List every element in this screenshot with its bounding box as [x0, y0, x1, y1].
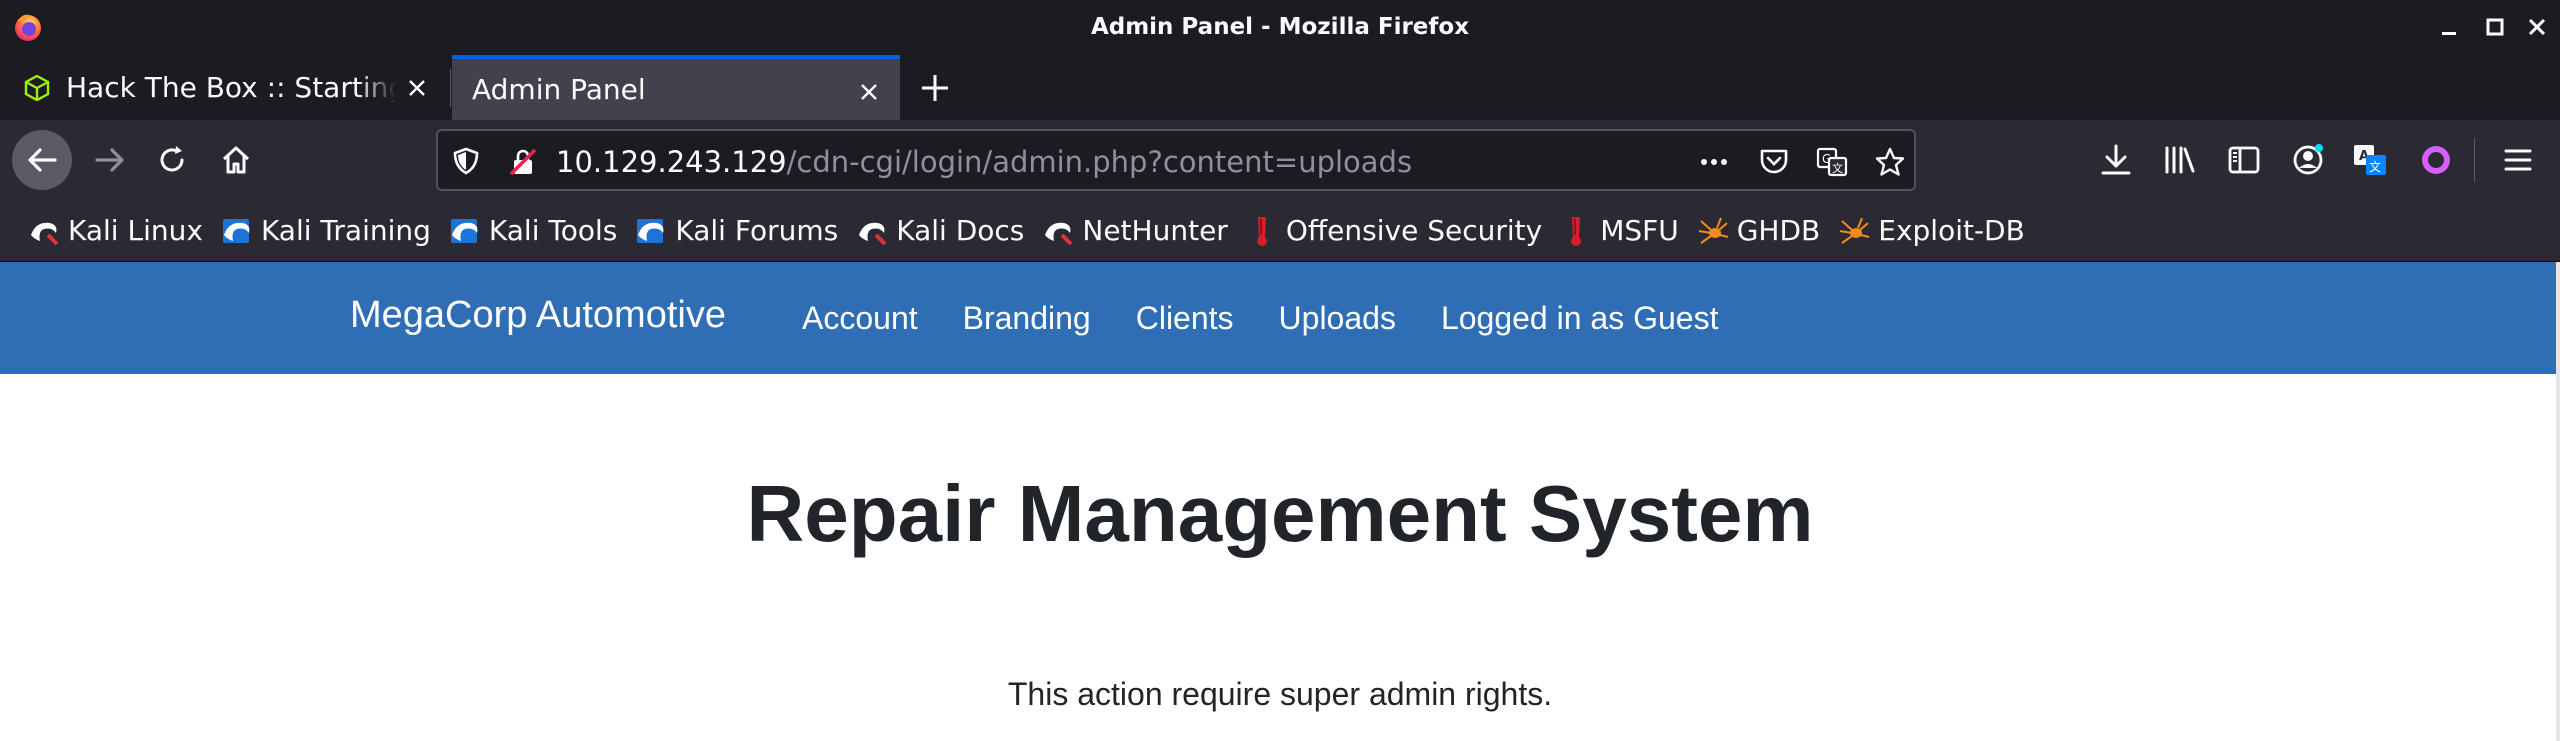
minimize-icon[interactable] — [2436, 14, 2462, 40]
bookmark-ghdb[interactable]: GHDB — [1693, 206, 1835, 256]
close-window-icon[interactable] — [2524, 14, 2550, 40]
hamburger-menu-icon[interactable] — [2500, 142, 2536, 178]
bookmark-label: MSFU — [1600, 214, 1679, 247]
bookmarks-toolbar: Kali Linux Kali Training Kali Tools Kali… — [0, 200, 2560, 262]
url-path: /cdn-cgi/login/admin.php?content=uploads — [786, 145, 1413, 179]
site-menu: Account Branding Clients Uploads Logged … — [802, 300, 1763, 337]
translate-icon[interactable]: G 文 — [1816, 146, 1848, 178]
arrow-left-icon — [28, 148, 57, 172]
tracking-shield-icon[interactable] — [452, 147, 480, 175]
bookmark-kali-tools[interactable]: Kali Tools — [445, 206, 631, 256]
window-titlebar: Admin Panel - Mozilla Firefox — [0, 0, 2560, 55]
arrow-right-icon — [95, 148, 124, 172]
reload-button[interactable] — [142, 130, 202, 190]
extension-circle-icon[interactable] — [2418, 142, 2454, 178]
page-title: Repair Management System — [746, 469, 1814, 558]
bookmark-kali-docs[interactable]: Kali Docs — [852, 206, 1038, 256]
exploitdb-spider-icon — [1840, 217, 1870, 244]
navigation-toolbar: 10.129.243.129/cdn-cgi/login/admin.php?c… — [0, 120, 2560, 200]
permission-message: This action require super admin rights. — [1007, 676, 1553, 712]
bookmark-label: Offensive Security — [1285, 214, 1543, 247]
bookmark-label: Kali Tools — [488, 214, 618, 247]
sidebar-icon[interactable] — [2226, 142, 2262, 178]
bookmark-label: NetHunter — [1082, 214, 1228, 247]
reload-icon — [160, 146, 184, 172]
nav-account-link[interactable]: Account — [802, 300, 918, 337]
site-navbar: MegaCorp Automotive Account Branding Cli… — [0, 262, 2556, 374]
kali-dragon-icon — [222, 218, 250, 243]
page-actions-more-icon[interactable] — [1698, 146, 1730, 178]
svg-text:文: 文 — [2369, 159, 2381, 174]
bookmark-nethunter[interactable]: NetHunter — [1038, 206, 1241, 256]
translate-extension-icon[interactable]: A 文 — [2352, 142, 2388, 178]
url-host: 10.129.243.129 — [556, 145, 787, 179]
nav-uploads-link[interactable]: Uploads — [1279, 300, 1396, 337]
tab-label: Admin Panel — [472, 73, 646, 106]
insecure-lock-icon[interactable] — [508, 147, 538, 177]
exploitdb-spider-icon — [1698, 217, 1728, 244]
downloads-icon[interactable] — [2098, 142, 2134, 178]
new-tab-plus-icon[interactable] — [918, 71, 952, 105]
window-title: Admin Panel - Mozilla Firefox — [1090, 14, 1470, 40]
library-icon[interactable] — [2162, 142, 2198, 178]
bookmark-label: Kali Training — [260, 214, 431, 247]
bookmark-kali-forums[interactable]: Kali Forums — [631, 206, 852, 256]
bookmark-star-icon[interactable] — [1874, 146, 1906, 178]
tab-strip: Hack The Box :: Starting Point Admin Pan… — [0, 55, 2560, 120]
pocket-icon[interactable] — [1758, 146, 1790, 178]
site-brand-link[interactable]: MegaCorp Automotive — [350, 294, 726, 337]
bookmark-kali-linux[interactable]: Kali Linux — [24, 206, 217, 256]
toolbar-divider — [2474, 138, 2475, 182]
home-button[interactable] — [206, 130, 266, 190]
tab-admin-panel[interactable]: Admin Panel — [452, 55, 900, 120]
tab-close-icon[interactable] — [404, 75, 430, 101]
kali-dragon-icon — [637, 218, 664, 243]
bookmark-label: Kali Forums — [675, 214, 839, 247]
nav-branding-link[interactable]: Branding — [963, 300, 1091, 337]
kali-dragon-icon — [450, 218, 478, 243]
back-button[interactable] — [12, 130, 72, 190]
home-icon — [222, 146, 250, 174]
bookmark-exploit-db[interactable]: Exploit-DB — [1834, 206, 2039, 256]
bookmark-label: Kali Docs — [896, 214, 1025, 247]
kali-dragon-icon — [1045, 222, 1073, 245]
tab-close-icon[interactable] — [856, 79, 882, 105]
bookmark-label: Exploit-DB — [1878, 214, 2025, 247]
bookmark-msfu[interactable]: MSFU — [1556, 206, 1693, 256]
page-content: MegaCorp Automotive Account Branding Cli… — [0, 262, 2560, 741]
tab-label: Hack The Box :: Starting Point — [66, 71, 396, 104]
bookmark-offensive-security[interactable]: Offensive Security — [1242, 206, 1556, 256]
tab-hack-the-box[interactable]: Hack The Box :: Starting Point — [0, 55, 450, 120]
kali-dragon-icon — [859, 222, 887, 245]
bookmark-label: Kali Linux — [68, 214, 203, 247]
offsec-icon — [1256, 216, 1267, 246]
account-icon[interactable] — [2290, 142, 2326, 178]
kali-dragon-icon — [31, 222, 59, 245]
tab-separator — [450, 69, 451, 107]
url-text[interactable]: 10.129.243.129/cdn-cgi/login/admin.php?c… — [556, 145, 1412, 179]
url-bar[interactable]: 10.129.243.129/cdn-cgi/login/admin.php?c… — [436, 129, 1916, 191]
nav-clients-link[interactable]: Clients — [1136, 300, 1234, 337]
htb-cube-icon — [24, 74, 50, 101]
maximize-icon[interactable] — [2482, 14, 2508, 40]
forward-button[interactable] — [80, 130, 140, 190]
svg-text:文: 文 — [1832, 161, 1843, 175]
bookmark-label: GHDB — [1736, 214, 1821, 247]
offsec-icon — [1571, 216, 1582, 246]
nav-logged-in-status[interactable]: Logged in as Guest — [1441, 300, 1719, 337]
bookmark-kali-training[interactable]: Kali Training — [217, 206, 445, 256]
